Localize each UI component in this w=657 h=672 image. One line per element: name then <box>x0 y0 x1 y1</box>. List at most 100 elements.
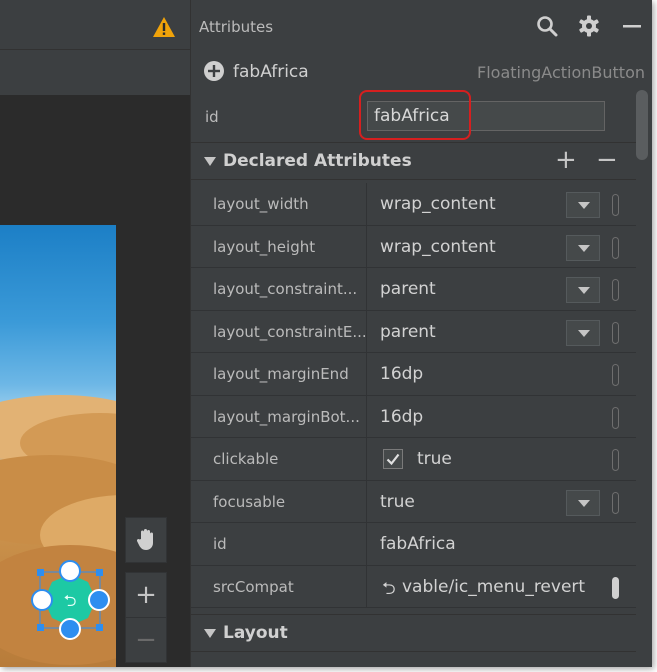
attribute-row: layout_marginBot... 16dp <box>191 395 636 438</box>
attribute-name: layout_height <box>191 225 367 267</box>
declared-attributes-header[interactable]: Declared Attributes + − <box>191 142 636 180</box>
attribute-name: layout_width <box>191 183 367 225</box>
android-studio-window: + − ⮌ Attributes fabAfrica FloatingActio… <box>0 0 652 667</box>
attribute-name: layout_constraintE... <box>191 310 367 352</box>
revert-icon: ⮌ <box>382 578 396 599</box>
id-label: id <box>205 108 219 126</box>
attribute-value-cell[interactable]: ⮌ vable/ic_menu_revert <box>368 565 632 607</box>
minimize-icon[interactable] <box>619 14 643 38</box>
checkmark-icon <box>386 453 400 466</box>
attribute-value[interactable]: true <box>380 492 415 512</box>
resource-picker-button[interactable] <box>612 491 619 514</box>
attribute-value-cell[interactable]: true <box>368 480 632 522</box>
id-row: id <box>191 90 636 140</box>
dropdown-button[interactable] <box>566 192 600 218</box>
attribute-name: layout_marginBot... <box>191 395 367 437</box>
attributes-title: Attributes <box>199 18 274 36</box>
resource-picker-button[interactable] <box>612 576 619 599</box>
design-toolbar <box>0 0 190 50</box>
attribute-value-cell[interactable]: parent <box>368 310 632 352</box>
resize-handle-bottom-right[interactable] <box>96 624 103 631</box>
attribute-row: layout_marginEnd 16dp <box>191 353 636 396</box>
attributes-header: Attributes <box>191 0 652 50</box>
attribute-name: srcCompat <box>191 565 367 607</box>
warning-icon[interactable] <box>152 16 176 38</box>
resource-picker-button[interactable] <box>612 449 619 471</box>
hand-icon <box>136 529 153 550</box>
attribute-value[interactable]: parent <box>380 322 436 342</box>
dropdown-button[interactable] <box>566 277 600 303</box>
attribute-name: layout_constraint... <box>191 268 367 310</box>
attribute-value-cell[interactable]: wrap_content <box>368 183 632 225</box>
collapse-triangle-icon[interactable] <box>204 157 216 166</box>
declared-attributes-title: Declared Attributes <box>223 151 412 171</box>
layout-section-header[interactable]: Layout <box>191 614 636 652</box>
revert-icon: ⮌ <box>64 591 77 610</box>
attribute-value[interactable]: 16dp <box>380 407 423 427</box>
add-circle-icon <box>204 61 224 81</box>
attribute-value-cell[interactable]: wrap_content <box>368 225 632 267</box>
design-surface: + − ⮌ <box>0 0 190 667</box>
constraint-handle-bottom[interactable] <box>59 618 81 640</box>
attribute-value[interactable]: vable/ic_menu_revert <box>402 577 585 597</box>
attribute-value[interactable]: parent <box>380 279 436 299</box>
attribute-row: layout_constraint... parent <box>191 268 636 311</box>
resize-handle-bottom-left[interactable] <box>37 624 44 631</box>
zoom-in-button[interactable]: + <box>125 572 167 618</box>
attribute-value-cell[interactable]: fabAfrica <box>368 523 632 565</box>
id-highlight-annotation <box>359 90 471 140</box>
attribute-value-cell[interactable]: parent <box>368 268 632 310</box>
dropdown-button[interactable] <box>566 489 600 516</box>
declared-attributes-table: layout_width wrap_content layout_height wra… <box>191 183 636 608</box>
resource-picker-button[interactable] <box>612 406 619 429</box>
attribute-row: layout_constraintE... parent <box>191 310 636 353</box>
attribute-value-cell[interactable]: true <box>368 438 632 480</box>
attribute-row: clickable true <box>191 438 636 481</box>
constraint-handle-left[interactable] <box>31 589 53 611</box>
attribute-value[interactable]: 16dp <box>380 364 423 384</box>
attributes-panel: Attributes fabAfrica FloatingActionButto… <box>190 0 652 667</box>
attribute-name: focusable <box>191 480 367 522</box>
fab-selection-overlay[interactable]: ⮌ <box>26 560 118 644</box>
add-attribute-button[interactable]: + <box>555 145 577 175</box>
attribute-value[interactable]: wrap_content <box>380 237 496 257</box>
attribute-value-cell[interactable]: 16dp <box>368 395 632 437</box>
resource-picker-button[interactable] <box>612 194 619 216</box>
constraint-handle-right[interactable] <box>88 589 110 611</box>
attribute-name: id <box>191 523 367 565</box>
resource-picker-button[interactable] <box>612 236 619 259</box>
resource-picker-button[interactable] <box>612 279 619 301</box>
pan-button[interactable] <box>125 517 167 563</box>
attribute-row: focusable true <box>191 480 636 523</box>
remove-attribute-button[interactable]: − <box>596 145 618 175</box>
design-toolbar-secondary <box>0 50 190 96</box>
resource-picker-button[interactable] <box>612 321 619 344</box>
resize-handle-top-left[interactable] <box>37 569 44 576</box>
attribute-row: id fabAfrica <box>191 523 636 566</box>
dropdown-button[interactable] <box>566 319 600 346</box>
zoom-controls: + − <box>125 517 167 667</box>
attribute-row: layout_height wrap_content <box>191 225 636 268</box>
attribute-row: srcCompat ⮌ vable/ic_menu_revert <box>191 565 636 608</box>
layout-section-title: Layout <box>223 623 288 643</box>
scrollbar-thumb[interactable] <box>636 90 648 160</box>
component-class: FloatingActionButton <box>477 63 645 82</box>
attribute-row: layout_width wrap_content <box>191 183 636 226</box>
collapse-triangle-icon[interactable] <box>204 629 216 638</box>
constraint-handle-top[interactable] <box>59 560 81 582</box>
search-icon[interactable] <box>535 14 559 38</box>
gear-icon[interactable] <box>577 14 601 38</box>
dropdown-button[interactable] <box>566 234 600 261</box>
clickable-checkbox[interactable] <box>383 449 403 469</box>
resize-handle-top-right[interactable] <box>96 569 103 576</box>
attribute-value[interactable]: wrap_content <box>380 194 496 214</box>
zoom-out-button[interactable]: − <box>125 617 167 663</box>
attribute-name: clickable <box>191 438 367 480</box>
component-header: fabAfrica FloatingActionButton <box>191 52 652 92</box>
attribute-value: true <box>417 449 452 469</box>
attribute-value-cell[interactable]: 16dp <box>368 353 632 395</box>
component-name: fabAfrica <box>233 62 309 82</box>
attribute-value[interactable]: fabAfrica <box>380 534 456 554</box>
resource-picker-button[interactable] <box>612 364 619 386</box>
attribute-name: layout_marginEnd <box>191 353 367 395</box>
